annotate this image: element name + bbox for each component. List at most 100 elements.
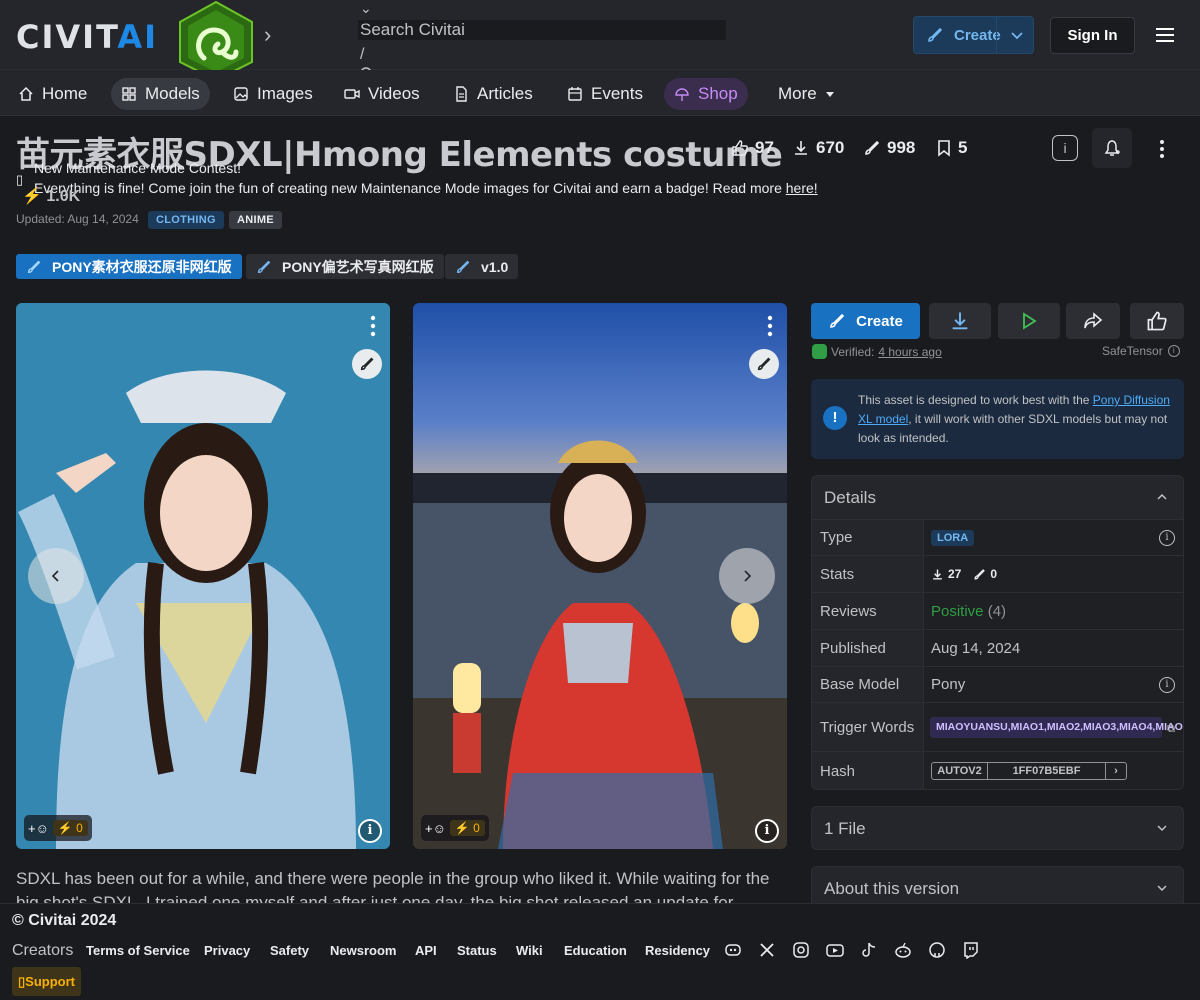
version-tab-3[interactable]: v1.0: [445, 254, 519, 279]
chevron-left-icon: [51, 570, 59, 582]
youtube-icon[interactable]: [826, 941, 844, 959]
footer-link-creators[interactable]: Creators: [12, 942, 73, 960]
row-value: AUTOV2 1FF07B5EBF ›: [931, 752, 1173, 789]
row-label: Trigger Words: [812, 703, 924, 751]
row-label: Reviews: [812, 593, 924, 629]
more-options-icon[interactable]: [1152, 138, 1172, 160]
tag-anime[interactable]: ANIME: [229, 211, 282, 229]
reddit-icon[interactable]: [894, 941, 912, 959]
footer-link-status[interactable]: Status: [457, 943, 497, 958]
row-value: LORA: [931, 520, 1173, 555]
bookmark-icon: [938, 140, 950, 157]
version-label: v1.0: [481, 258, 509, 275]
nav-item-images[interactable]: Images: [223, 78, 323, 110]
footer-link-education[interactable]: Education: [564, 943, 627, 958]
footer-link-residency[interactable]: Residency: [645, 943, 710, 958]
x-twitter-icon[interactable]: [758, 941, 776, 959]
buzz-chip[interactable]: ⚡ 0: [449, 820, 485, 836]
nav-item-home[interactable]: Home: [8, 78, 97, 110]
row-value: 27 0: [931, 556, 1173, 592]
reaction-bar[interactable]: +☺ ⚡ 0: [421, 815, 489, 841]
tag-clothing[interactable]: CLOTHING: [148, 211, 224, 229]
support-button[interactable]: ▯Support: [12, 967, 81, 996]
footer-link-safety[interactable]: Safety: [270, 943, 309, 958]
info-icon[interactable]: i: [1052, 135, 1078, 161]
footer-link-privacy[interactable]: Privacy: [204, 943, 250, 958]
info-icon[interactable]: i: [1167, 345, 1180, 357]
nav-item-events[interactable]: Events: [557, 78, 653, 110]
safetensor-text: SafeTensor: [1102, 344, 1163, 358]
tiktok-icon[interactable]: [860, 941, 878, 959]
create-button[interactable]: Create: [811, 303, 920, 339]
row-label: Type: [812, 520, 924, 555]
reaction-bar[interactable]: +☺ ⚡ 0: [24, 815, 92, 841]
image-menu-icon[interactable]: [370, 315, 376, 337]
like-button[interactable]: [1130, 303, 1184, 339]
details-row-type: Type LORA i: [812, 520, 1183, 556]
chevron-down-icon[interactable]: ⌄: [360, 0, 372, 17]
hash-box[interactable]: AUTOV2 1FF07B5EBF ›: [931, 762, 1127, 780]
run-button[interactable]: [998, 303, 1060, 339]
image-info-icon[interactable]: i: [755, 819, 779, 843]
create-dropdown-button[interactable]: Create: [913, 16, 1034, 54]
details-panel: Details Type LORA i Stats 27 0 Reviews P…: [811, 475, 1184, 790]
footer-link-newsroom[interactable]: Newsroom: [330, 943, 396, 958]
alert-info-icon: !: [823, 406, 847, 430]
github-icon[interactable]: [928, 941, 946, 959]
image-menu-icon[interactable]: [767, 315, 773, 337]
details-header[interactable]: Details: [812, 476, 1183, 520]
instagram-icon[interactable]: [792, 941, 810, 959]
discord-icon[interactable]: [724, 941, 742, 959]
support-label: Support: [25, 974, 75, 989]
civitai-logo[interactable]: CIVITAI: [16, 18, 158, 56]
chevron-down-icon: [1157, 825, 1167, 832]
remix-icon[interactable]: [352, 349, 382, 379]
menu-icon[interactable]: [1155, 26, 1175, 44]
footer-link-wiki[interactable]: Wiki: [516, 943, 543, 958]
image-info-icon[interactable]: i: [358, 819, 382, 843]
notify-button[interactable]: [1092, 128, 1132, 168]
shield-check-icon: [812, 344, 827, 359]
chevron-right-icon[interactable]: ›: [264, 22, 271, 48]
hash-type[interactable]: AUTOV2: [932, 763, 988, 779]
verified-time[interactable]: 4 hours ago: [878, 345, 941, 359]
version-label: PONY偏艺术写真网红版: [282, 258, 434, 275]
trigger-words-badge[interactable]: MIAOYUANSU,MIAO1,MIAO2,MIAO3,MIAO4,MIAO5…: [930, 716, 1183, 738]
nav-item-shop[interactable]: Shop: [664, 78, 748, 110]
play-icon: [1023, 312, 1037, 330]
nav-item-videos[interactable]: Videos: [334, 78, 430, 110]
footer-link-terms[interactable]: Terms of Service: [86, 943, 190, 958]
hash-value[interactable]: 1FF07B5EBF: [988, 763, 1106, 779]
copy-icon[interactable]: ⧉: [1167, 723, 1175, 736]
chevron-down-icon: [1157, 885, 1167, 892]
share-button[interactable]: [1066, 303, 1120, 339]
buzz-chip[interactable]: ⚡ 0: [52, 820, 88, 836]
version-tab-1[interactable]: PONY素材衣服还原非网红版: [16, 254, 242, 279]
chevron-down-icon[interactable]: [1009, 27, 1025, 43]
details-row-trigger-words: Trigger Words MIAOYUANSU,MIAO1,MIAO2,MIA…: [812, 703, 1183, 752]
version-tab-2[interactable]: PONY偏艺术写真网红版: [246, 254, 444, 279]
nav-item-articles[interactable]: Articles: [443, 78, 543, 110]
add-reaction-icon[interactable]: +☺: [425, 821, 446, 836]
row-value[interactable]: Positive (4): [931, 593, 1173, 629]
info-icon[interactable]: i: [1159, 677, 1175, 693]
carousel-prev-button[interactable]: [28, 548, 84, 604]
search-input[interactable]: [358, 20, 726, 40]
details-row-stats: Stats 27 0: [812, 556, 1183, 593]
remix-icon[interactable]: [749, 349, 779, 379]
twitch-icon[interactable]: [962, 941, 980, 959]
nav-item-models[interactable]: Models: [111, 78, 210, 110]
footer-link-api[interactable]: API: [415, 943, 437, 958]
files-accordion[interactable]: 1 File: [811, 806, 1184, 850]
download-button[interactable]: [929, 303, 991, 339]
nav-item-more[interactable]: More: [768, 78, 847, 110]
carousel-next-button[interactable]: [719, 548, 775, 604]
sign-in-button[interactable]: Sign In: [1050, 17, 1135, 54]
info-icon[interactable]: i: [1159, 530, 1175, 546]
chevron-right-icon[interactable]: ›: [1106, 763, 1126, 779]
article-icon: [456, 86, 467, 102]
download-icon: [933, 568, 942, 580]
add-reaction-icon[interactable]: +☺: [28, 821, 49, 836]
logo-text: CIVIT: [16, 18, 118, 56]
announcement-link[interactable]: here!: [786, 180, 818, 196]
